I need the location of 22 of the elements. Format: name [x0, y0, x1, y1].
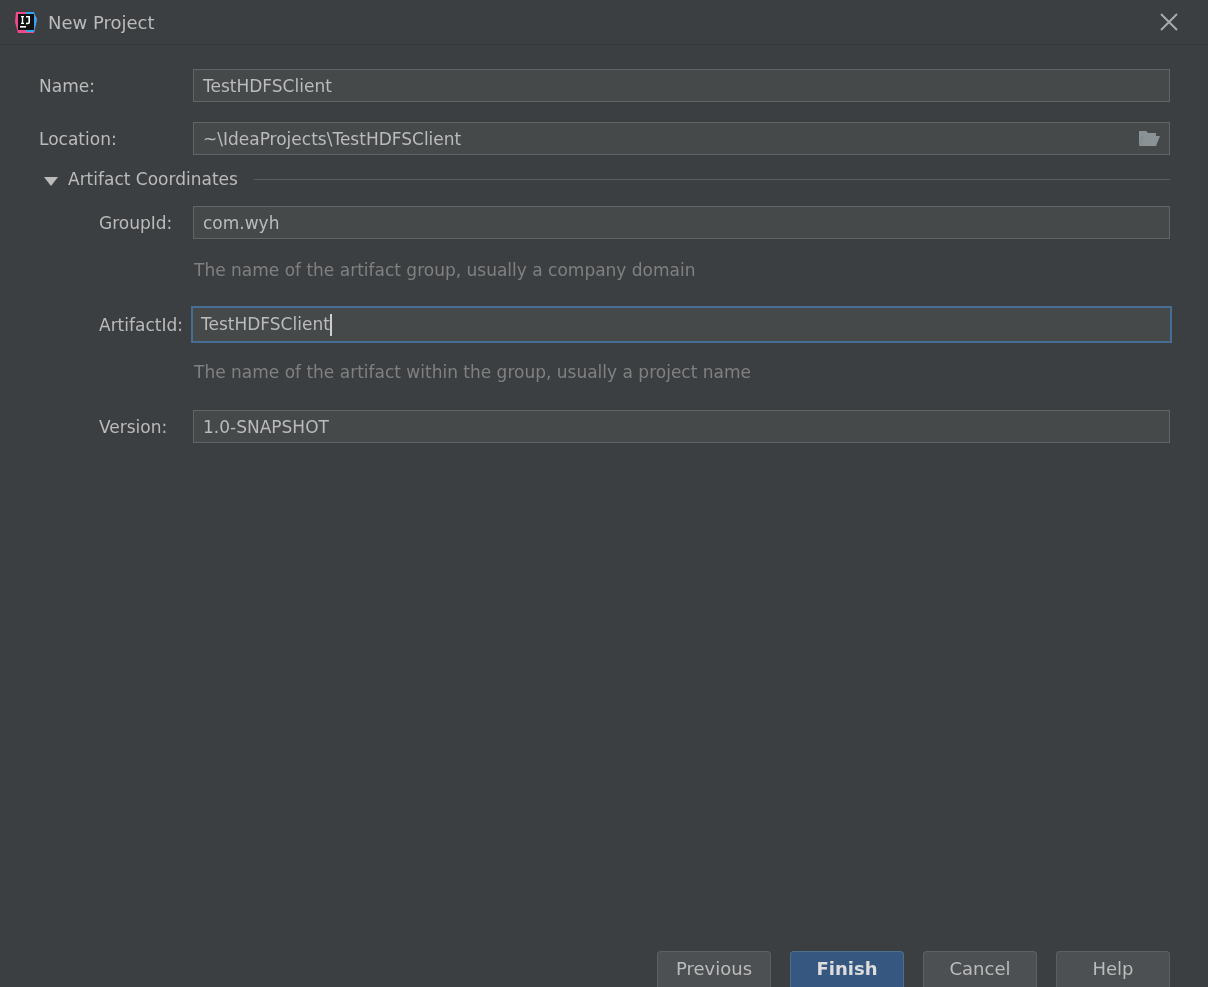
dialog-button[interactable]: Help [1056, 951, 1170, 987]
field-label: ArtifactId: [99, 314, 183, 335]
text-field[interactable]: TestHDFSClient [193, 69, 1170, 102]
text-field[interactable]: ~\IdeaProjects\TestHDFSClient [193, 122, 1170, 155]
section-title: Artifact Coordinates [68, 169, 238, 189]
app-logo-icon [14, 10, 38, 34]
field-label: Location: [39, 128, 117, 149]
close-icon[interactable] [1158, 11, 1180, 33]
hint-text: The name of the artifact within the group, usually a project name [193, 362, 751, 382]
hint-text: The name of the artifact group, usually a company domain [193, 260, 696, 280]
text-field[interactable]: com.wyh [193, 206, 1170, 239]
dialog-button[interactable]: Cancel [923, 951, 1037, 987]
folder-icon[interactable] [1138, 130, 1160, 147]
text-field[interactable]: TestHDFSClient [191, 306, 1172, 343]
default-button[interactable]: Finish [790, 951, 904, 987]
field-label: GroupId: [99, 212, 173, 233]
expanded-triangle-icon[interactable] [44, 174, 58, 184]
dialog-button[interactable]: Previous [657, 951, 771, 987]
field-label: Name: [39, 75, 95, 96]
window-title: New Project [48, 11, 156, 33]
field-label: Version: [99, 416, 168, 437]
text-field[interactable]: 1.0-SNAPSHOT [193, 410, 1170, 443]
